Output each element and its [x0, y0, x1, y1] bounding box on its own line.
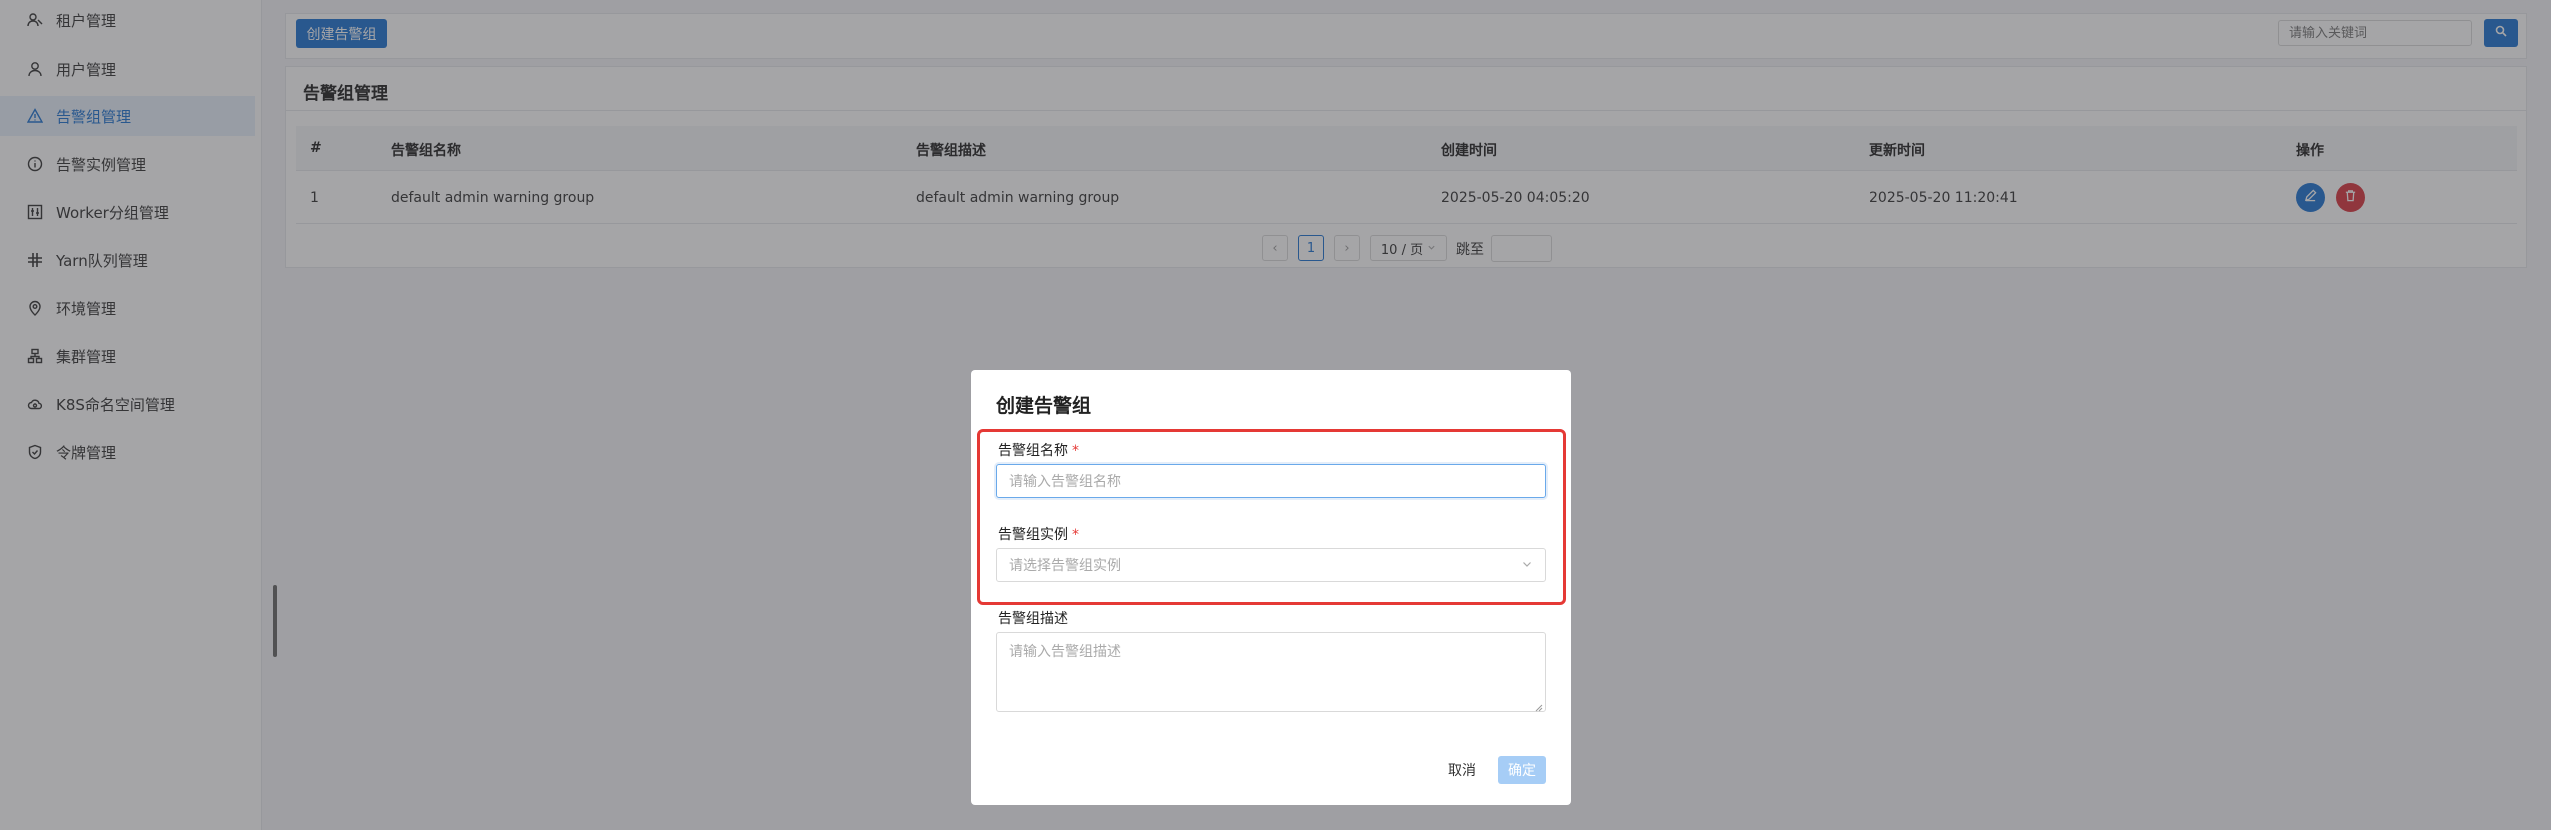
confirm-button[interactable]: 确定 [1498, 756, 1546, 784]
description-placeholder: 请输入告警组描述 [1009, 644, 1121, 660]
highlight-box [977, 429, 1566, 605]
warning-group-description-textarea[interactable]: 请输入告警组描述 [996, 632, 1546, 712]
description-field-label: 告警组描述 [998, 611, 1068, 627]
resize-handle-icon[interactable] [1535, 700, 1543, 716]
cancel-button[interactable]: 取消 [1440, 756, 1484, 784]
modal-title: 创建告警组 [996, 395, 1092, 417]
